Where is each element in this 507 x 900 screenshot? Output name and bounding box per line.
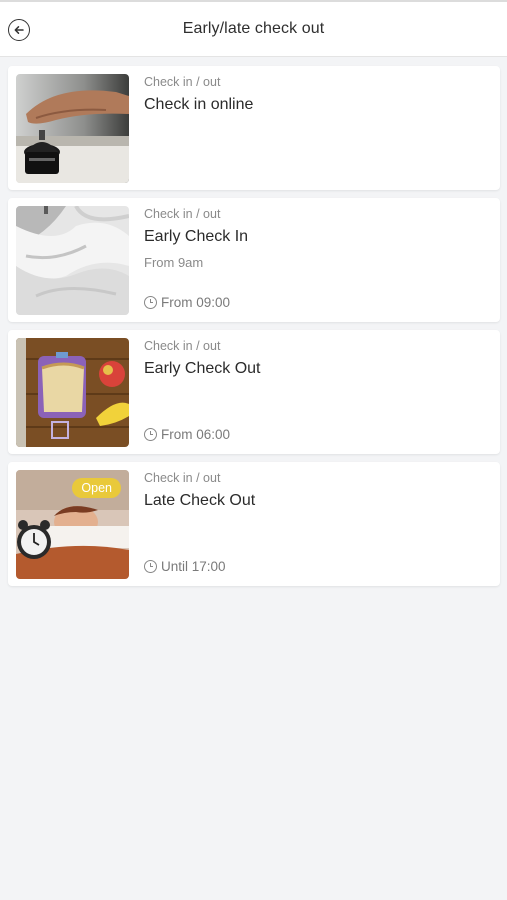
card-image-alarm-clock: Open [16, 470, 129, 579]
card-time-label: Until 17:00 [161, 559, 226, 574]
card-image-hand-on-bell [16, 74, 129, 183]
clock-icon [144, 428, 157, 441]
clock-icon [144, 296, 157, 309]
card-image-bed-sheets [16, 206, 129, 315]
card-category: Check in / out [144, 207, 221, 221]
service-card-late-check-out[interactable]: Open Check in / out Late Check Out Until… [8, 462, 500, 586]
card-category: Check in / out [144, 339, 221, 353]
card-time-label: From 09:00 [161, 295, 231, 310]
card-category: Check in / out [144, 471, 221, 485]
service-card-check-in-online[interactable]: Check in / out Check in online [8, 66, 500, 190]
clock-icon [144, 560, 157, 573]
card-time-label: From 06:00 [161, 427, 231, 442]
card-subtitle: From 9am [144, 255, 204, 270]
page-title: Early/late check out [182, 20, 325, 37]
card-title: Check in online [144, 96, 254, 113]
service-card-early-check-in[interactable]: Check in / out Early Check In From 9am F… [8, 198, 500, 322]
card-title: Early Check In [144, 228, 249, 245]
service-card-early-check-out[interactable]: Check in / out Early Check Out From 06:0… [8, 330, 500, 454]
card-image-lunchbox [16, 338, 129, 447]
card-time: Until 17:00 [144, 559, 226, 574]
card-time: From 09:00 [144, 295, 230, 310]
card-title: Late Check Out [144, 492, 256, 509]
card-category: Check in / out [144, 75, 221, 89]
app-header: Early/late check out [0, 0, 507, 57]
card-time: From 06:00 [144, 427, 230, 442]
open-badge: Open [72, 478, 121, 498]
card-title: Early Check Out [144, 360, 261, 377]
